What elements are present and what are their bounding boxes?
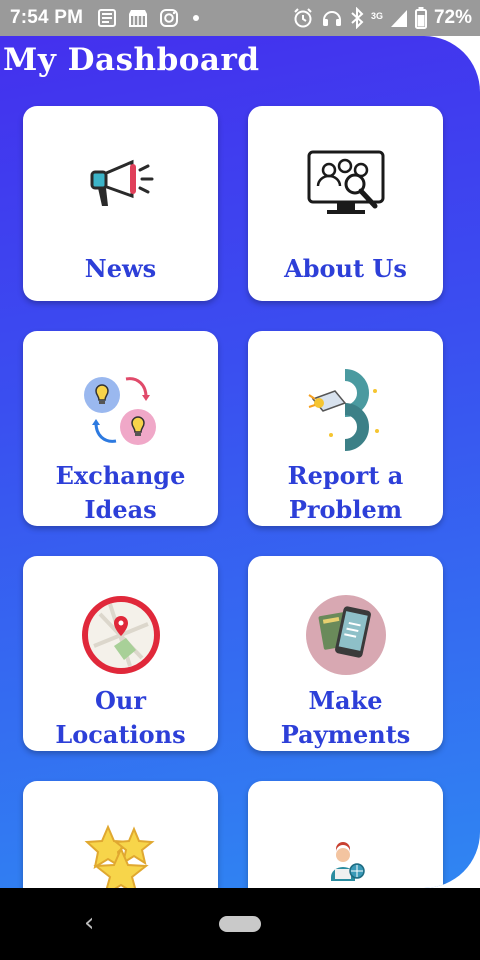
- status-time: 7:54 PM: [10, 7, 84, 28]
- megaphone-icon: [90, 159, 153, 206]
- signal-icon: [390, 10, 407, 27]
- dot-icon: [193, 15, 200, 21]
- news-card[interactable]: News: [23, 106, 218, 301]
- page-title: My Dashboard: [3, 42, 260, 78]
- card-label-line: News: [84, 254, 157, 283]
- make-payments-card[interactable]: Make Payments: [248, 556, 443, 751]
- our-locations-card[interactable]: Our Locations: [23, 556, 218, 751]
- card-label-line: Payments: [280, 720, 411, 749]
- instagram-icon: [160, 9, 179, 27]
- home-button[interactable]: [219, 916, 261, 932]
- card-label-line: Problem: [288, 495, 403, 524]
- card-label-line: Our: [95, 686, 146, 715]
- about-us-card[interactable]: About Us: [248, 106, 443, 301]
- ratings-card[interactable]: [23, 781, 218, 888]
- team-search-icon: [307, 150, 384, 214]
- idea-exchange-icon: [83, 377, 156, 445]
- network-type: 3G: [370, 11, 383, 21]
- status-bar: 7:54 PM 3G 72%: [0, 0, 480, 36]
- battery-icon: [414, 7, 427, 29]
- our-locations-card-label: Our Locations: [23, 684, 218, 751]
- support-card[interactable]: [248, 781, 443, 888]
- bluetooth-icon: [351, 7, 364, 29]
- news-card-label: News: [23, 252, 218, 286]
- status-notifications: [97, 8, 200, 28]
- make-payments-card-label: Make Payments: [248, 684, 443, 751]
- report-problem-card-label: Report a Problem: [248, 459, 443, 526]
- exchange-ideas-card-label: Exchange Ideas: [23, 459, 218, 526]
- battery-percent: 72%: [433, 7, 472, 28]
- report-problem-card[interactable]: Report a Problem: [248, 331, 443, 526]
- navigation-bar: ‹: [0, 888, 480, 960]
- stars-icon: [84, 824, 155, 888]
- news-icon: [98, 9, 117, 27]
- card-label-line: Make: [308, 686, 383, 715]
- back-button[interactable]: ‹: [84, 908, 94, 938]
- about-us-card-label: About Us: [248, 252, 443, 286]
- payment-phone-icon: [305, 595, 386, 675]
- dashboard-panel: My Dashboard News About Us Exchange Idea…: [0, 36, 480, 888]
- headset-icon: [322, 11, 341, 26]
- card-label-line: Report a: [287, 461, 404, 490]
- card-label-line: Locations: [55, 720, 186, 749]
- card-label-line: About Us: [284, 254, 407, 283]
- exchange-ideas-card[interactable]: Exchange Ideas: [23, 331, 218, 526]
- alarm-icon: [294, 8, 312, 28]
- card-label-line: Ideas: [84, 495, 157, 524]
- status-system-icons: 3G 72%: [292, 7, 472, 29]
- support-agent-icon: [330, 842, 365, 881]
- report-problem-icon: [307, 369, 379, 451]
- store-icon: [129, 10, 148, 27]
- card-label-line: Exchange: [55, 461, 186, 490]
- map-pin-icon: [81, 596, 160, 674]
